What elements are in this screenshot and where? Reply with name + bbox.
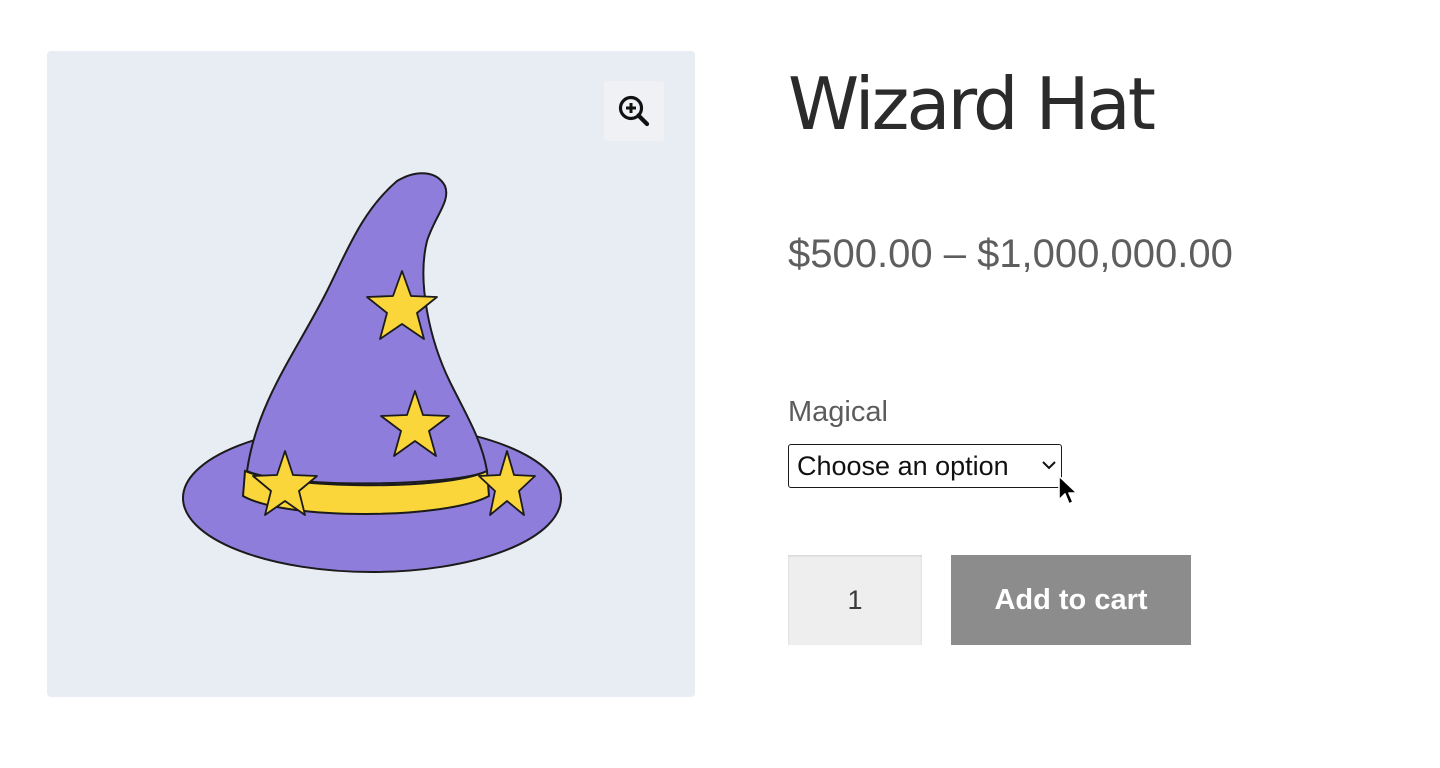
zoom-button[interactable] [604, 81, 664, 141]
add-to-cart-button[interactable]: Add to cart [951, 555, 1191, 645]
chevron-down-icon [1042, 461, 1056, 470]
wizard-hat-image[interactable] [177, 171, 567, 581]
product-gallery [47, 51, 695, 697]
select-value: Choose an option [797, 451, 1009, 481]
variation-label: Magical [788, 396, 888, 428]
product-title: Wizard Hat [788, 62, 1156, 146]
product-page: Wizard Hat $500.00 – $1,000,000.00 Magic… [0, 0, 1440, 768]
quantity-input[interactable]: 1 [788, 555, 922, 645]
magical-select[interactable]: Choose an option [788, 444, 1062, 488]
price-range: $500.00 – $1,000,000.00 [788, 232, 1233, 276]
zoom-in-icon [618, 95, 650, 127]
